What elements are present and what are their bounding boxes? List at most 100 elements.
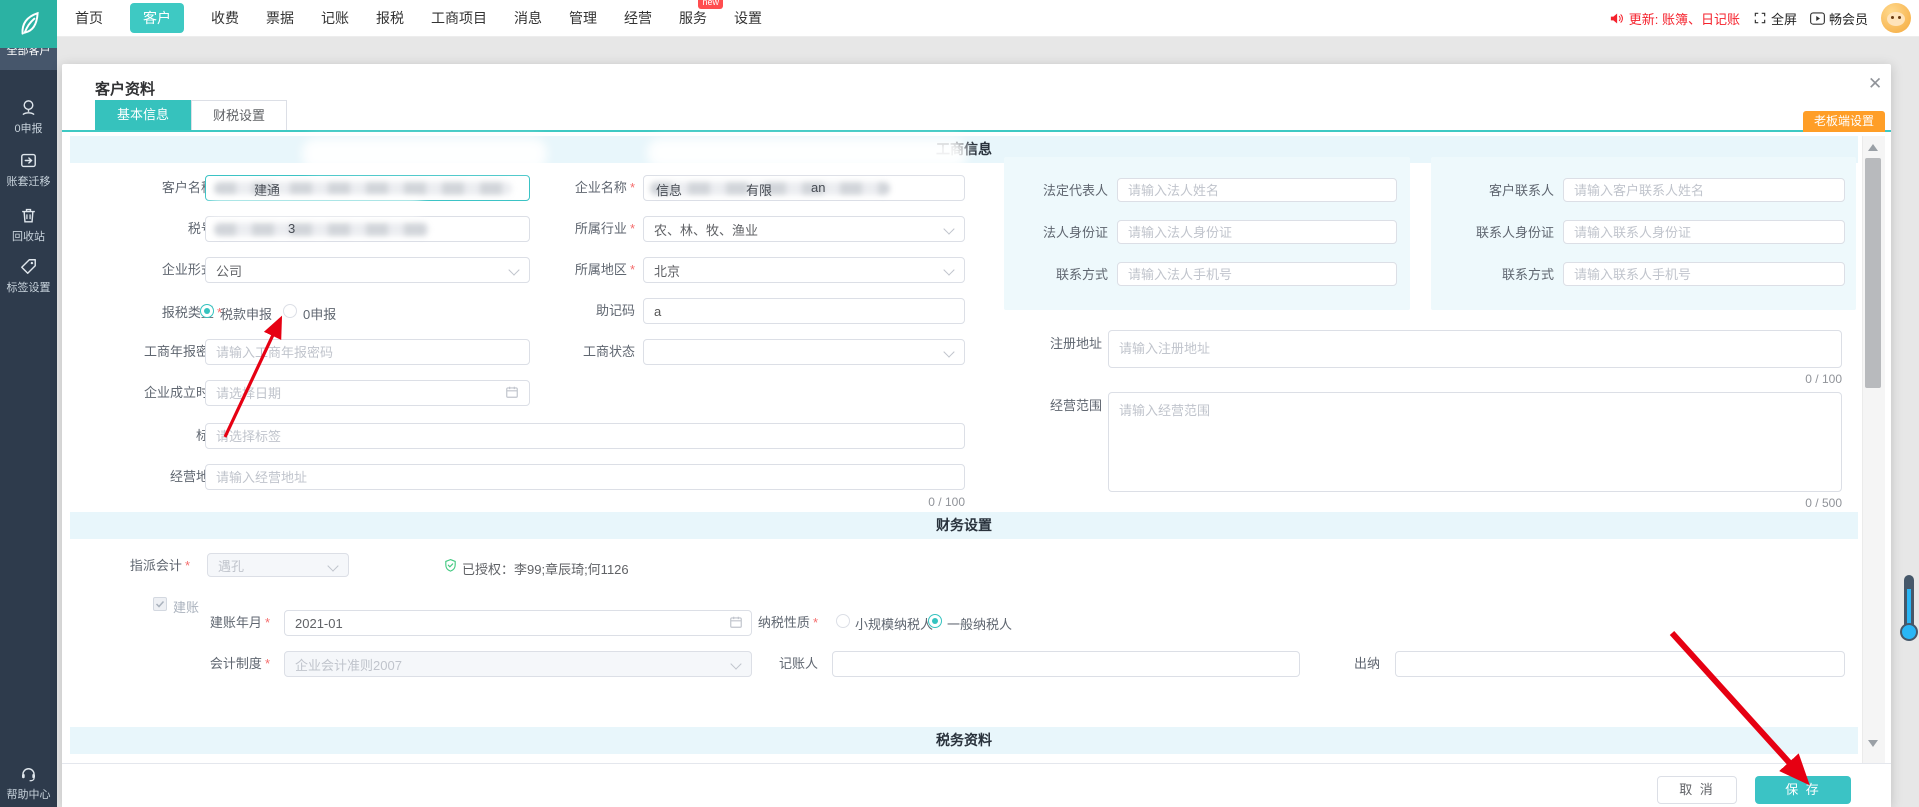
business-status-select[interactable] [643, 339, 965, 365]
nav-bookkeeping[interactable]: 记账 [321, 8, 349, 28]
nav-settings[interactable]: 设置 [734, 8, 762, 28]
avatar[interactable] [1881, 3, 1911, 33]
tax-no-input[interactable]: 3 [205, 216, 530, 242]
sidebar-item-help-center[interactable]: 帮助中心 [0, 764, 57, 802]
field-label: 税号* [90, 221, 222, 237]
radio-general-taxpayer[interactable] [928, 614, 942, 628]
field-label: 会计制度* [168, 656, 270, 672]
required-mark: * [185, 558, 190, 573]
scrollbar-thumb[interactable] [1865, 158, 1881, 388]
dialog-title: 客户资料 [95, 78, 155, 99]
contact-name-input[interactable] [1563, 178, 1845, 202]
field-label: 法人身份证 [1020, 225, 1108, 241]
radio-label[interactable]: 小规模纳税人 [855, 614, 933, 633]
accountant-select[interactable]: 遇孔 [207, 553, 349, 577]
tags-input[interactable] [205, 423, 965, 449]
legal-rep-input[interactable] [1117, 178, 1397, 202]
contact-id-input[interactable] [1563, 220, 1845, 244]
member-button[interactable]: 畅会员 [1810, 9, 1868, 28]
business-address-input[interactable] [205, 464, 965, 490]
field-label: 所属行业* [500, 221, 635, 237]
industry-select[interactable]: 农、林、牧、渔业 [643, 216, 965, 242]
required-mark: * [630, 221, 635, 236]
sidebar-item-label: 标签设置 [0, 279, 57, 295]
nav-manage[interactable]: 管理 [569, 8, 597, 28]
avatar-eye [1898, 16, 1901, 19]
nav-message[interactable]: 消息 [514, 8, 542, 28]
scroll-down-icon[interactable] [1868, 740, 1878, 747]
sidebar-item-label: 回收站 [0, 228, 57, 244]
shield-check-icon [443, 558, 458, 573]
nav-business-project[interactable]: 工商项目 [431, 8, 487, 28]
update-notice[interactable]: 更新: 账簿、日记账 [1609, 9, 1740, 28]
save-button[interactable]: 保 存 [1755, 776, 1851, 804]
nav-tax[interactable]: 报税 [376, 8, 404, 28]
company-form-select[interactable]: 公司 [205, 257, 530, 283]
radio-label[interactable]: 0申报 [303, 304, 336, 323]
chevron-down-icon [730, 658, 741, 669]
registered-address-textarea[interactable]: 请输入注册地址 [1108, 330, 1842, 368]
field-label: 出纳 [1320, 656, 1380, 672]
zero-declare-icon [19, 98, 38, 117]
redaction-smudge [208, 199, 423, 215]
legal-phone-input[interactable] [1117, 262, 1397, 286]
required-mark: * [265, 656, 270, 671]
cashier-input[interactable] [1395, 651, 1845, 677]
established-date-input[interactable] [205, 380, 530, 406]
field-label: 联系人身份证 [1455, 225, 1554, 241]
field-label: 客户名称* [90, 180, 222, 196]
thermometer-bulb [1900, 623, 1918, 641]
business-scope-textarea[interactable]: 请输入经营范围 [1108, 392, 1842, 492]
mnemonic-input[interactable] [643, 298, 965, 324]
customer-name-input[interactable]: 建通 [205, 175, 530, 201]
tab-basic-info[interactable]: 基本信息 [95, 100, 191, 130]
field-label: 工商状态 [500, 344, 635, 360]
annual-report-password-input[interactable] [205, 339, 530, 365]
chevron-down-icon [943, 223, 954, 234]
tab-divider [62, 130, 1891, 132]
chevron-down-icon [943, 264, 954, 275]
nav-invoice[interactable]: 票据 [266, 8, 294, 28]
app-logo[interactable] [0, 0, 57, 48]
radio-tax-declare[interactable] [200, 304, 214, 318]
sidebar-item-migrate[interactable]: 账套迁移 [0, 151, 57, 189]
bookkeeper-input[interactable] [832, 651, 1300, 677]
sidebar-item-zero-declare[interactable]: 0申报 [0, 98, 57, 136]
radio-zero-declare[interactable] [283, 304, 297, 318]
top-bar: 首页 客户 收费 票据 记账 报税 工商项目 消息 管理 经营 服务new 设置… [0, 0, 1919, 37]
boss-settings-button[interactable]: 老板端设置 [1803, 111, 1885, 132]
accounting-standard-select[interactable]: 企业会计准则2007 [284, 651, 752, 677]
radio-label[interactable]: 税款申报 [220, 304, 272, 323]
radio-small-scale-taxpayer[interactable] [836, 614, 850, 628]
tab-fiscal-settings[interactable]: 财税设置 [191, 100, 287, 130]
fullscreen-icon [1753, 11, 1767, 25]
company-name-input[interactable]: 信息 有限 an [643, 175, 965, 201]
fullscreen-button[interactable]: 全屏 [1753, 9, 1797, 28]
field-label: 企业名称* [500, 180, 635, 196]
nav-charge[interactable]: 收费 [211, 8, 239, 28]
sidebar-item-label: 帮助中心 [0, 786, 57, 802]
legal-id-input[interactable] [1117, 220, 1397, 244]
region-select[interactable]: 北京 [643, 257, 965, 283]
sidebar-item-tag-settings[interactable]: 标签设置 [0, 257, 57, 295]
scroll-up-icon[interactable] [1868, 144, 1878, 151]
thermometer-widget[interactable] [1899, 575, 1919, 650]
headset-icon [19, 764, 38, 783]
nav-operation[interactable]: 经营 [624, 8, 652, 28]
setup-month-date-input[interactable]: 2021-01 [284, 610, 752, 636]
field-label: 联系方式 [1020, 267, 1108, 283]
cancel-button[interactable]: 取 消 [1657, 776, 1737, 804]
field-label: 建账年月* [168, 615, 270, 631]
nav-service[interactable]: 服务new [679, 8, 707, 28]
radio-label[interactable]: 一般纳税人 [947, 614, 1012, 633]
nav-home[interactable]: 首页 [75, 8, 103, 28]
avatar-face [1887, 12, 1905, 26]
close-icon[interactable]: ✕ [1868, 74, 1882, 94]
chevron-down-icon [943, 346, 954, 357]
redaction-smudge [647, 138, 967, 168]
field-label: 企业成立时间 [90, 385, 222, 401]
contact-phone-input[interactable] [1563, 262, 1845, 286]
sidebar-item-recycle-bin[interactable]: 回收站 [0, 206, 57, 244]
nav-customer-active[interactable]: 客户 [130, 3, 184, 33]
setup-account-checkbox[interactable] [153, 597, 167, 611]
